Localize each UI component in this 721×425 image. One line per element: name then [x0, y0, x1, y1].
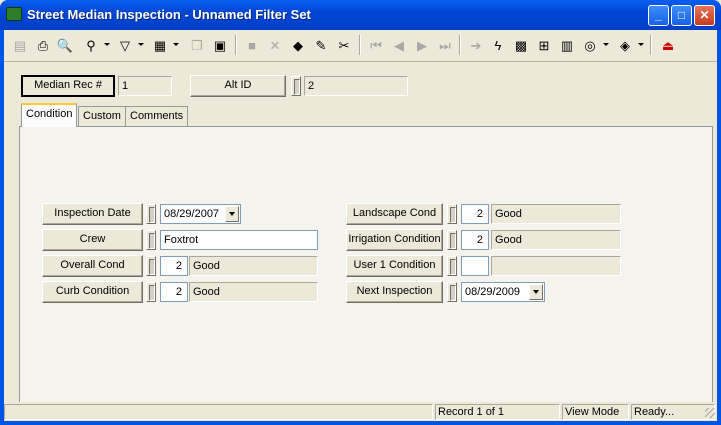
overall-cond-code[interactable]: 2	[160, 256, 188, 276]
title-bar[interactable]: Street Median Inspection - Unnamed Filte…	[0, 0, 721, 30]
toolbar-separator	[235, 35, 237, 55]
close-button[interactable]: ✕	[694, 5, 715, 26]
book-icon[interactable]: ◈	[615, 35, 635, 55]
globe-icon[interactable]: ◎	[580, 35, 600, 55]
inspection-date-value: 08/29/2007	[164, 208, 220, 220]
median-rec-value: 1	[118, 76, 172, 96]
new-record-icon[interactable]: ▤	[10, 35, 30, 55]
user1-condition-code[interactable]	[461, 256, 489, 276]
crew-field[interactable]: Foxtrot	[160, 230, 318, 250]
last-record-icon[interactable]: ⏭	[435, 35, 455, 55]
median-rec-button[interactable]: Median Rec #	[21, 75, 115, 97]
cut-icon[interactable]: ✂	[334, 35, 354, 55]
next-inspection-combo[interactable]: 08/29/2009	[461, 282, 545, 302]
irrigation-condition-code[interactable]: 2	[461, 230, 489, 250]
landscape-cond-desc: Good	[491, 204, 621, 224]
overall-cond-flag[interactable]	[146, 256, 156, 276]
edit-pencil-icon[interactable]: ✎	[311, 35, 331, 55]
alt-id-flag[interactable]	[291, 76, 301, 96]
inspection-date-flag[interactable]	[146, 204, 156, 224]
map-icon[interactable]: ▩	[511, 35, 531, 55]
print-icon[interactable]: ⎙	[33, 35, 53, 55]
landscape-cond-code[interactable]: 2	[461, 204, 489, 224]
delete-icon[interactable]: ✕	[265, 35, 285, 55]
client-area: ▤ ⎙ 🔍 ⚲ ▽ ▦ ❐ ▣ ■ ✕ ◆ ✎ ✂ ⏮ ◀ ▶ ⏭ ➔ ϟ ▩	[4, 30, 717, 421]
alt-id-button[interactable]: Alt ID	[190, 75, 286, 97]
go-to-icon[interactable]: ➔	[466, 35, 486, 55]
tab-condition[interactable]: Condition	[21, 103, 78, 127]
application-window: Street Median Inspection - Unnamed Filte…	[0, 0, 721, 425]
curb-condition-flag[interactable]	[146, 282, 156, 302]
status-bar: Record 1 of 1 View Mode Ready...	[4, 402, 717, 421]
chevron-down-icon[interactable]	[529, 284, 543, 300]
curb-condition-button[interactable]: Curb Condition	[42, 281, 143, 303]
user1-condition-flag[interactable]	[447, 256, 457, 276]
chart-icon[interactable]: ▥	[557, 35, 577, 55]
curb-condition-code[interactable]: 2	[160, 282, 188, 302]
toolbar-separator	[650, 35, 652, 55]
crew-button[interactable]: Crew	[42, 229, 143, 251]
app-icon	[6, 7, 22, 21]
attach-icon[interactable]: ▣	[210, 35, 230, 55]
overall-cond-button[interactable]: Overall Cond	[42, 255, 143, 277]
minimize-button[interactable]: _	[648, 5, 669, 26]
exit-icon[interactable]: ⏏	[658, 35, 678, 55]
inspection-date-button[interactable]: Inspection Date	[42, 203, 143, 225]
irrigation-condition-flag[interactable]	[447, 230, 457, 250]
copy-record-icon[interactable]: ❐	[187, 35, 207, 55]
next-inspection-value: 08/29/2009	[465, 286, 521, 298]
window-title: Street Median Inspection - Unnamed Filte…	[27, 7, 311, 22]
next-record-icon[interactable]: ▶	[412, 35, 432, 55]
maximize-icon: □	[677, 8, 686, 22]
status-record: Record 1 of 1	[435, 404, 560, 420]
save-icon[interactable]: ■	[242, 35, 262, 55]
user1-condition-desc	[491, 256, 621, 276]
alt-id-value: 2	[304, 76, 408, 96]
book-dropdown-icon[interactable]	[638, 43, 644, 46]
filter-icon[interactable]: ▽	[115, 35, 135, 55]
user1-condition-button[interactable]: User 1 Condition	[346, 255, 443, 277]
print-preview-icon[interactable]: 🔍	[55, 35, 75, 55]
previous-record-icon[interactable]: ◀	[389, 35, 409, 55]
report-dropdown-icon[interactable]	[173, 43, 179, 46]
stack-icon[interactable]: ◆	[288, 35, 308, 55]
curb-condition-desc: Good	[189, 282, 318, 302]
toolbar-separator	[359, 35, 361, 55]
report-icon[interactable]: ▦	[150, 35, 170, 55]
status-mode: View Mode	[562, 404, 629, 420]
landscape-cond-flag[interactable]	[447, 204, 457, 224]
minimize-icon: _	[655, 8, 662, 22]
status-pane-blank	[4, 404, 433, 420]
crew-flag[interactable]	[146, 230, 156, 250]
hierarchy-icon[interactable]: ⊞	[534, 35, 554, 55]
resize-grip-icon[interactable]	[705, 408, 715, 418]
irrigation-condition-desc: Good	[491, 230, 621, 250]
tab-custom[interactable]: Custom	[78, 106, 126, 126]
first-record-icon[interactable]: ⏮	[366, 35, 386, 55]
chevron-down-icon[interactable]	[225, 206, 239, 222]
globe-dropdown-icon[interactable]	[603, 43, 609, 46]
next-inspection-flag[interactable]	[447, 282, 457, 302]
toolbar-separator	[459, 35, 461, 55]
lightning-icon[interactable]: ϟ	[488, 35, 508, 55]
landscape-cond-button[interactable]: Landscape Cond	[346, 203, 443, 225]
inspection-date-combo[interactable]: 08/29/2007	[160, 204, 241, 224]
filter-dropdown-icon[interactable]	[138, 43, 144, 46]
overall-cond-desc: Good	[189, 256, 318, 276]
find-dropdown-icon[interactable]	[104, 43, 110, 46]
maximize-button[interactable]: □	[671, 5, 692, 26]
irrigation-condition-button[interactable]: Irrigation Condition	[346, 229, 443, 251]
next-inspection-button[interactable]: Next Inspection	[346, 281, 443, 303]
toolbar: ▤ ⎙ 🔍 ⚲ ▽ ▦ ❐ ▣ ■ ✕ ◆ ✎ ✂ ⏮ ◀ ▶ ⏭ ➔ ϟ ▩	[4, 30, 717, 62]
find-icon[interactable]: ⚲	[81, 35, 101, 55]
status-state: Ready...	[631, 404, 715, 420]
tab-comments[interactable]: Comments	[125, 106, 189, 126]
close-icon: ✕	[699, 8, 710, 22]
